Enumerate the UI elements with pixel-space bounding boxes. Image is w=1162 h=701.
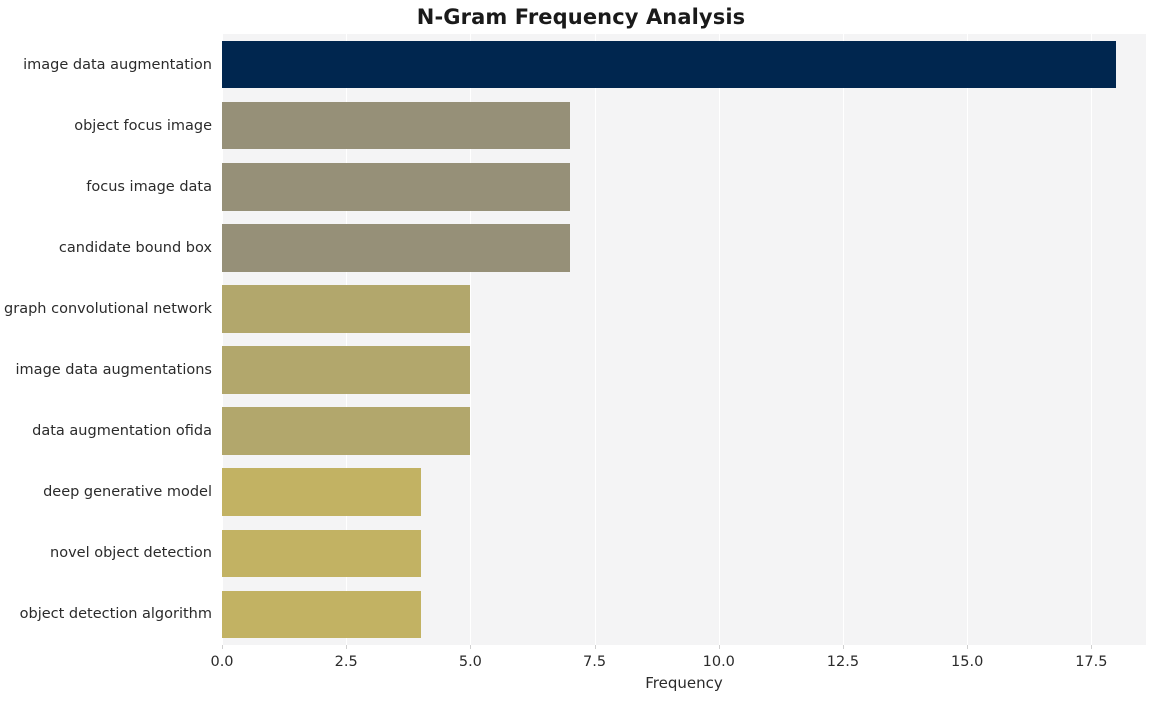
x-axis-tick-label: 0.0	[210, 654, 234, 670]
bar[interactable]	[222, 468, 421, 517]
x-axis-tick-mark	[967, 645, 969, 649]
x-axis-tick-group: 0.0 2.5 5.0 7.5 10.0 12.5 15.0 17.5	[0, 645, 1162, 675]
x-axis-title: Frequency	[645, 674, 723, 692]
y-axis-label-group: image data augmentation object focus imag…	[0, 34, 212, 645]
y-axis-tick-label: object focus image	[74, 117, 212, 134]
bar-row[interactable]	[222, 224, 1146, 272]
bar-row[interactable]	[222, 407, 1146, 455]
bar-row[interactable]	[222, 346, 1146, 394]
bar-row[interactable]	[222, 529, 1146, 578]
y-axis-tick-label: data augmentation ofida	[32, 423, 212, 440]
x-axis-tick-label: 7.5	[583, 654, 607, 670]
y-axis-tick-label: image data augmentation	[23, 56, 212, 73]
y-axis-tick-label: deep generative model	[43, 484, 212, 501]
bar[interactable]	[222, 407, 471, 455]
bar[interactable]	[222, 529, 421, 578]
bar[interactable]	[222, 224, 570, 272]
y-axis-tick-label: novel object detection	[50, 545, 212, 562]
y-axis-tick-label: image data augmentations	[15, 362, 212, 379]
x-axis-tick-mark	[718, 645, 720, 649]
x-axis-tick-label: 2.5	[334, 654, 358, 670]
x-axis-tick-mark	[346, 645, 348, 649]
x-axis-tick-mark	[594, 645, 596, 649]
bar-row[interactable]	[222, 285, 1146, 333]
x-axis-tick-mark	[470, 645, 472, 649]
bar[interactable]	[222, 40, 1117, 89]
x-axis-tick-label: 5.0	[458, 654, 482, 670]
plot-area	[222, 34, 1146, 645]
x-axis-tick-mark	[222, 645, 223, 649]
x-axis-tick-label: 17.5	[1075, 654, 1108, 670]
bar[interactable]	[222, 346, 471, 394]
y-axis-tick-label: focus image data	[86, 178, 212, 195]
bar-row[interactable]	[222, 101, 1146, 150]
x-axis-tick-mark	[842, 645, 844, 649]
bar-row[interactable]	[222, 468, 1146, 517]
bar-row[interactable]	[222, 40, 1146, 89]
y-axis-tick-label: candidate bound box	[58, 239, 212, 256]
bar[interactable]	[222, 285, 471, 333]
bar-row[interactable]	[222, 590, 1146, 639]
x-axis-tick-mark	[1091, 645, 1093, 649]
bar[interactable]	[222, 590, 421, 639]
page-title: N-Gram Frequency Analysis	[416, 5, 746, 29]
y-axis-tick-label: object detection algorithm	[19, 606, 212, 623]
chart-page: N-Gram Frequency Analysis image data aug…	[0, 0, 1162, 701]
x-axis-tick-label: 12.5	[826, 654, 860, 670]
x-axis-tick-label: 10.0	[702, 654, 735, 670]
y-axis-tick-label: graph convolutional network	[4, 300, 212, 317]
bar[interactable]	[222, 101, 570, 150]
bar-row[interactable]	[222, 162, 1146, 211]
bar[interactable]	[222, 162, 570, 211]
x-axis-tick-label: 15.0	[951, 654, 984, 670]
